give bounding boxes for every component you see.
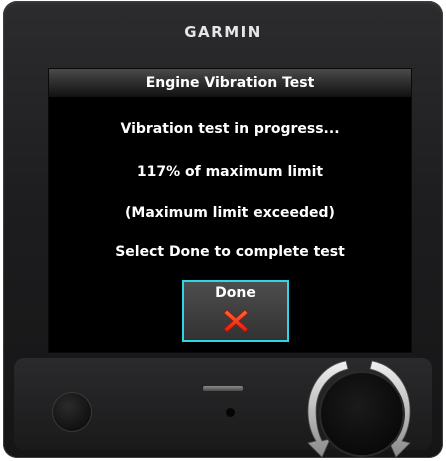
level-text: 117% of maximum limit	[136, 164, 324, 180]
light-sensor	[226, 408, 235, 417]
display-screen: Engine Vibration Test Vibration test in …	[49, 69, 411, 352]
dialog-title: Engine Vibration Test	[49, 69, 411, 97]
right-knob[interactable]	[321, 373, 403, 455]
card-slot	[203, 386, 243, 391]
brand-logo: GARMIN	[184, 23, 262, 41]
close-x-icon	[223, 309, 249, 333]
done-button-label: Done	[215, 285, 256, 301]
warning-text: (Maximum limit exceeded)	[125, 205, 335, 221]
status-text: Vibration test in progress...	[120, 121, 340, 137]
left-knob[interactable]	[53, 393, 91, 431]
done-button[interactable]: Done	[182, 280, 289, 342]
instruction-text: Select Done to complete test	[115, 244, 345, 260]
